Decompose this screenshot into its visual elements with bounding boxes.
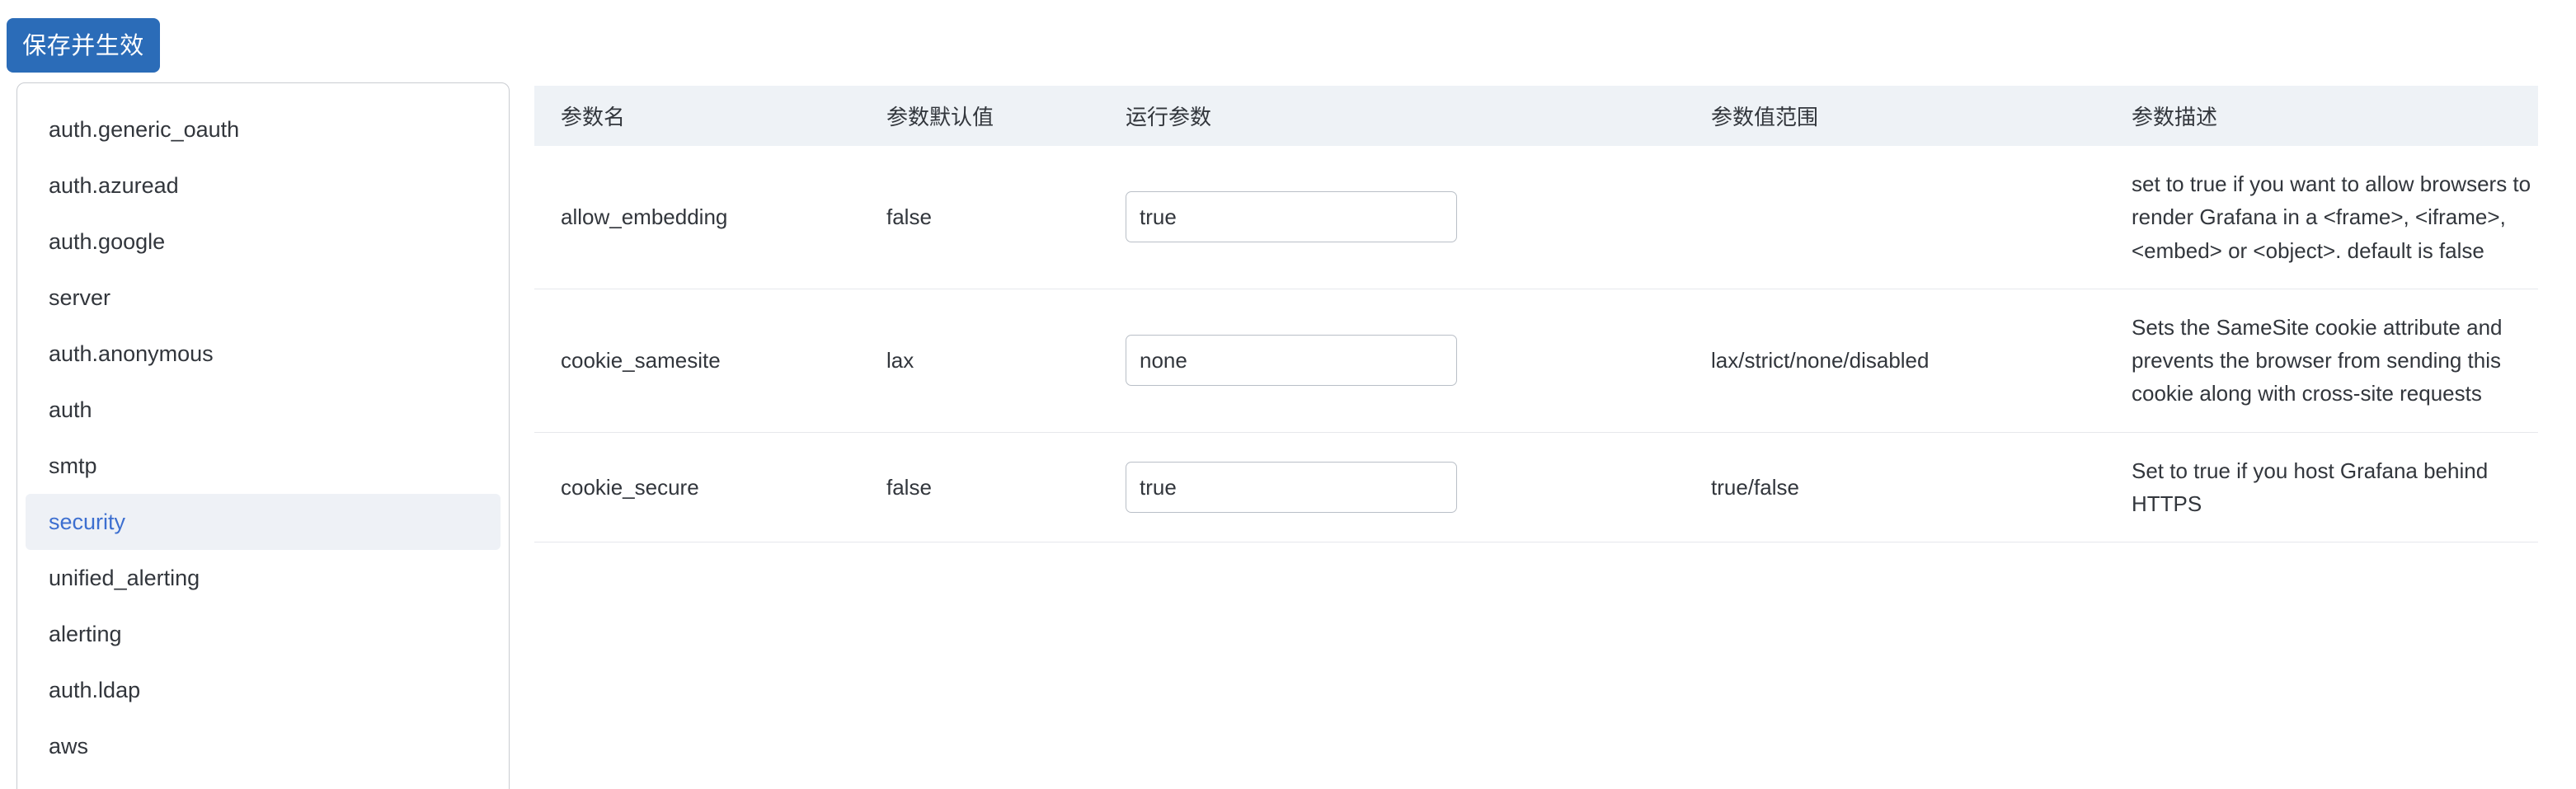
config-section-sidebar: auth.generic_oauth auth.azuread auth.googl… — [16, 82, 510, 789]
sidebar-item-auth.azuread[interactable]: auth.azuread — [26, 157, 501, 214]
column-header-default: 参数默认值 — [860, 86, 1099, 146]
sidebar-item-auth.generic_oauth[interactable]: auth.generic_oauth — [26, 101, 501, 157]
param-description-cell: set to true if you want to allow browser… — [2105, 146, 2538, 289]
param-name-cell: cookie_samesite — [534, 289, 860, 433]
param-runtime-cell — [1099, 289, 1685, 433]
sidebar-item-auth.ldap[interactable]: auth.ldap — [26, 662, 501, 718]
param-default-cell: false — [860, 146, 1099, 289]
param-name-cell: cookie_secure — [534, 432, 860, 543]
sidebar-item-smtp[interactable]: smtp — [26, 438, 501, 494]
param-runtime-cell — [1099, 146, 1685, 289]
column-header-description: 参数描述 — [2105, 86, 2538, 146]
param-range-cell: true/false — [1685, 432, 2105, 543]
sidebar-item-unified_alerting[interactable]: unified_alerting — [26, 550, 501, 606]
sidebar-list: auth.generic_oauth auth.azuread auth.googl… — [17, 101, 509, 774]
param-default-cell: false — [860, 432, 1099, 543]
table-row: cookie_samesitelax lax/strict/none/disabl… — [534, 289, 2538, 433]
params-table-container: 参数名 参数默认值 运行参数 参数值范围 参数描述 allow_embedding fal… — [534, 86, 2538, 543]
column-header-name: 参数名 — [534, 86, 860, 146]
column-header-runtime: 运行参数 — [1099, 86, 1685, 146]
runtime-value-input-allow_embedding[interactable] — [1126, 191, 1457, 243]
param-description-cell: Sets the SameSite cookie attribute and p… — [2105, 289, 2538, 433]
sidebar-item-alerting[interactable]: alerting — [26, 606, 501, 662]
params-table: 参数名 参数默认值 运行参数 参数值范围 参数描述 allow_embedding fal… — [534, 86, 2538, 543]
app-root: 保存并生效 auth.generic_oauth auth.azuread auth… — [0, 0, 2576, 789]
params-table-head: 参数名 参数默认值 运行参数 参数值范围 参数描述 — [534, 86, 2538, 146]
table-row: allow_embeddingfalse set to true if you w… — [534, 146, 2538, 289]
param-default-cell: lax — [860, 289, 1099, 433]
sidebar-item-security[interactable]: security — [26, 494, 501, 550]
param-range-cell — [1685, 146, 2105, 289]
runtime-value-input-cookie_secure[interactable] — [1126, 462, 1457, 514]
column-header-range: 参数值范围 — [1685, 86, 2105, 146]
sidebar-item-aws[interactable]: aws — [26, 718, 501, 774]
save-and-apply-button[interactable]: 保存并生效 — [7, 18, 160, 73]
sidebar-item-auth.anonymous[interactable]: auth.anonymous — [26, 326, 501, 382]
param-runtime-cell — [1099, 432, 1685, 543]
params-table-body: allow_embeddingfalseset to true if you w… — [534, 146, 2538, 543]
sidebar-item-auth[interactable]: auth — [26, 382, 501, 438]
sidebar-item-server[interactable]: server — [26, 270, 501, 326]
param-description-cell: Set to true if you host Grafana behind H… — [2105, 432, 2538, 543]
param-name-cell: allow_embedding — [534, 146, 860, 289]
table-row: cookie_securefalse true/falseSet to true … — [534, 432, 2538, 543]
runtime-value-input-cookie_samesite[interactable] — [1126, 335, 1457, 387]
sidebar-item-auth.google[interactable]: auth.google — [26, 214, 501, 270]
param-range-cell: lax/strict/none/disabled — [1685, 289, 2105, 433]
params-table-header-row: 参数名 参数默认值 运行参数 参数值范围 参数描述 — [534, 86, 2538, 146]
